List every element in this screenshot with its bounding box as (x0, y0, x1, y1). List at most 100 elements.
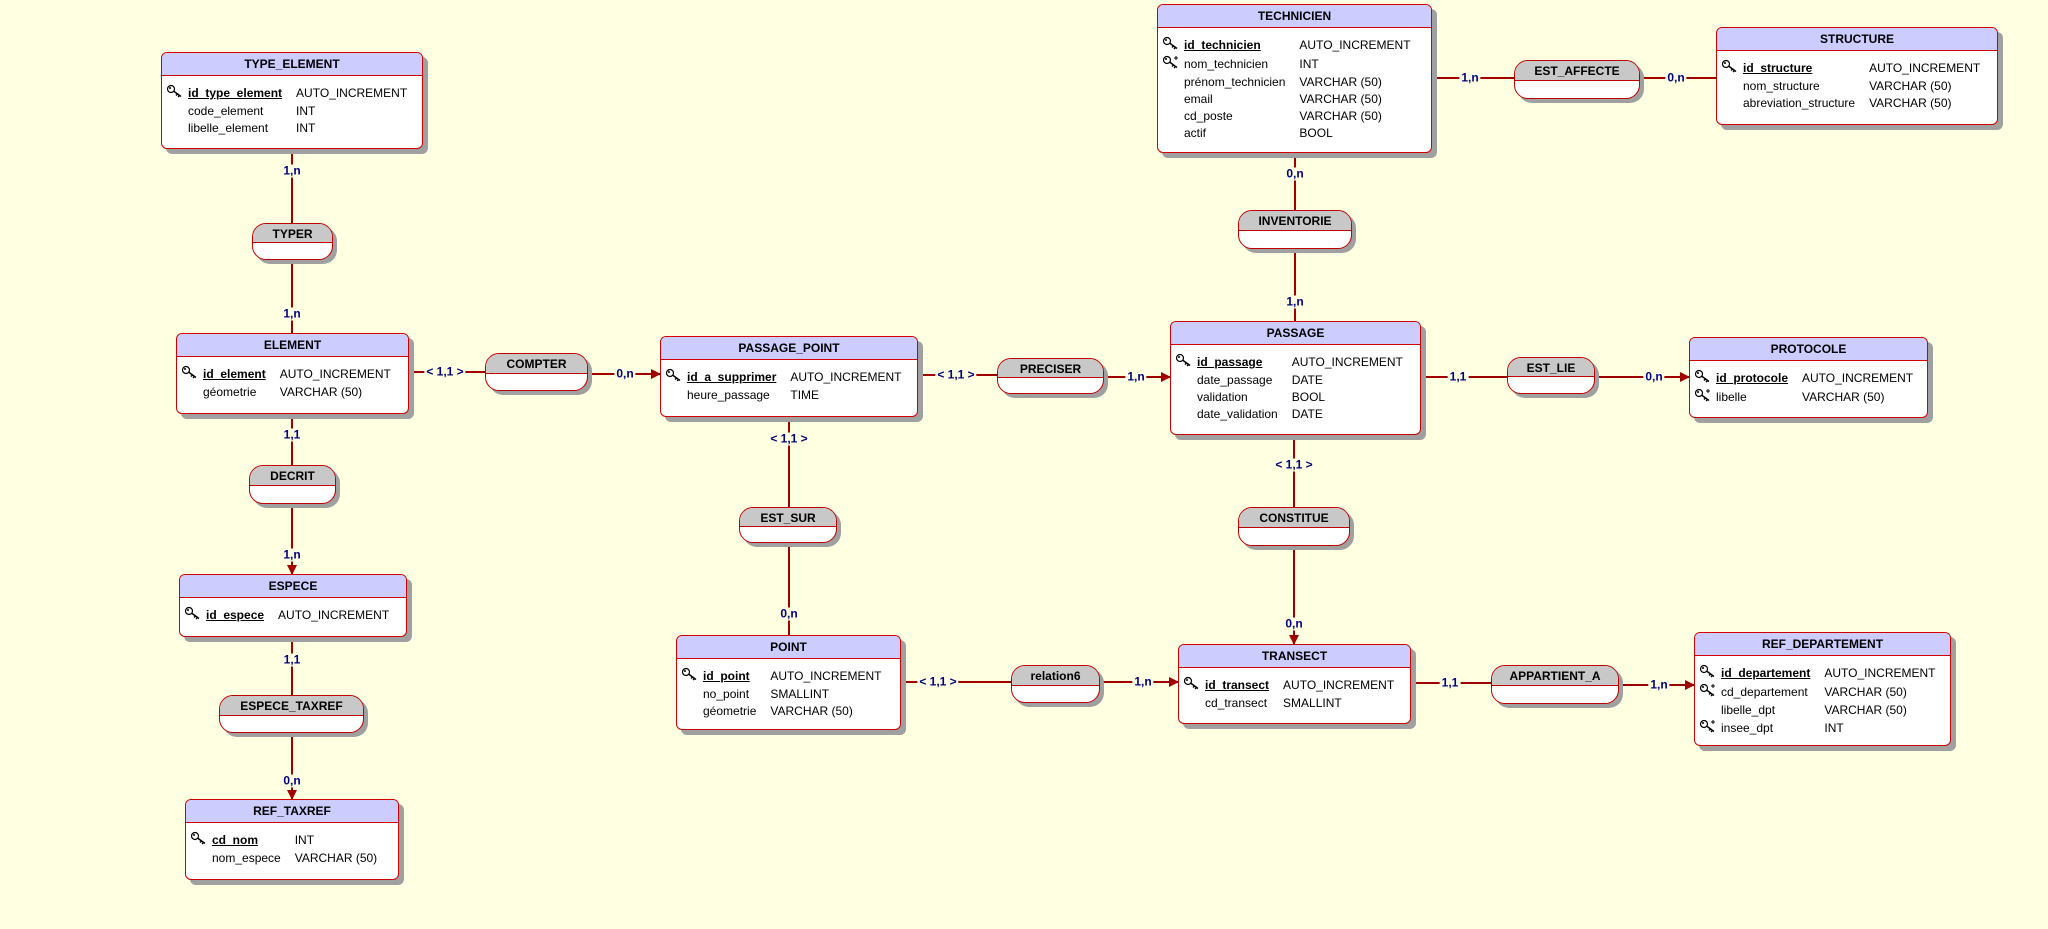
attribute-name: id_protocole (1716, 371, 1789, 385)
attribute-name: prénom_technicien (1184, 75, 1286, 89)
entity-element[interactable]: ELEMENT id_element AUTO_INCREMENT géometrie… (176, 333, 409, 414)
association-espece-taxref[interactable]: ESPECE_TAXREF (219, 695, 364, 733)
association-compter[interactable]: COMPTER (485, 353, 588, 391)
cardinality-label: < 1,1 > (424, 364, 466, 379)
attribute-row[interactable]: nom_structure VARCHAR (50) (1721, 78, 1984, 95)
primary-key-icon (681, 667, 701, 684)
entity-point[interactable]: POINT id_point AUTO_INCREMENT no_point SMALL… (676, 635, 901, 730)
attribute-type: SMALLINT (1283, 696, 1342, 710)
cardinality-label: 0,n (281, 773, 303, 788)
attribute-row[interactable]: actif BOOL (1162, 125, 1415, 142)
association-title: PRECISER (998, 359, 1103, 378)
attribute-row[interactable]: code_element INT (166, 103, 411, 120)
attribute-row[interactable]: id_departement AUTO_INCREMENT (1699, 664, 1939, 683)
attribute-row[interactable]: validation BOOL (1175, 389, 1407, 406)
attribute-row[interactable]: cd_nom INT (190, 831, 381, 850)
association-typer[interactable]: TYPER (252, 223, 333, 260)
attribute-row[interactable]: date_validation DATE (1175, 406, 1407, 423)
attribute-type: BOOL (1299, 126, 1333, 140)
attribute-type: VARCHAR (50) (1299, 75, 1382, 89)
attribute-type: VARCHAR (50) (279, 385, 363, 399)
association-est-sur[interactable]: EST_SUR (739, 507, 837, 543)
attribute-row[interactable]: heure_passage TIME (665, 387, 906, 404)
association-preciser[interactable]: PRECISER (997, 358, 1104, 394)
cardinality-label: 1,n (281, 547, 303, 562)
cardinality-label: 0,n (1284, 166, 1306, 181)
attribute-row[interactable]: id_element AUTO_INCREMENT (181, 365, 395, 384)
association-title: INVENTORIE (1239, 211, 1351, 232)
attribute-row[interactable]: no_point SMALLINT (681, 686, 886, 703)
entity-espece[interactable]: ESPECE id_espece AUTO_INCREMENT (179, 574, 407, 637)
entity-title: PROTOCOLE (1690, 338, 1927, 361)
attribute-row[interactable]: id_technicien AUTO_INCREMENT (1162, 36, 1415, 55)
entity-structure[interactable]: STRUCTURE id_structure AUTO_INCREMENT nom_s… (1716, 27, 1998, 125)
attribute-row[interactable]: nom_espece VARCHAR (50) (190, 850, 381, 867)
attribute-row[interactable]: email VARCHAR (50) (1162, 91, 1415, 108)
association-appartient-a[interactable]: APPARTIENT_A (1491, 665, 1619, 704)
cardinality-label: 1,n (1459, 70, 1481, 85)
attribute-row[interactable]: id_passage AUTO_INCREMENT (1175, 353, 1407, 372)
attribute-type: VARCHAR (50) (294, 851, 378, 865)
attribute-row[interactable]: géometrie VARCHAR (50) (181, 384, 395, 401)
attribute-row[interactable]: géometrie VARCHAR (50) (681, 703, 886, 720)
entity-passage-point[interactable]: PASSAGE_POINT id_a_supprimer AUTO_INCREMEN… (660, 336, 918, 417)
attribute-row[interactable]: nom_technicien INT (1162, 55, 1415, 74)
attribute-row[interactable]: libelle VARCHAR (50) (1694, 388, 1917, 407)
primary-key-icon (166, 84, 186, 101)
attribute-type: INT (294, 833, 315, 847)
attribute-row[interactable]: cd_poste VARCHAR (50) (1162, 108, 1415, 125)
association-inventorie[interactable]: INVENTORIE (1238, 210, 1352, 249)
attribute-name: id_structure (1743, 61, 1813, 75)
cardinality-label: 1,n (1284, 294, 1306, 309)
entity-technicien[interactable]: TECHNICIEN id_technicien AUTO_INCREMENT nom… (1157, 4, 1432, 153)
association-relation6[interactable]: relation6 (1011, 665, 1100, 703)
attribute-row[interactable]: libelle_dpt VARCHAR (50) (1699, 702, 1939, 719)
attribute-name: id_espece (206, 608, 265, 622)
cardinality-label: 1,1 (1439, 675, 1461, 690)
attribute-name: cd_poste (1184, 109, 1233, 123)
attribute-row[interactable]: insee_dpt INT (1699, 719, 1939, 738)
entity-ref-departement[interactable]: REF_DEPARTEMENT id_departement AUTO_INCREM… (1694, 632, 1951, 746)
attribute-row[interactable]: id_a_supprimer AUTO_INCREMENT (665, 368, 906, 387)
entity-protocole[interactable]: PROTOCOLE id_protocole AUTO_INCREMENT libel… (1689, 337, 1928, 418)
attribute-row[interactable]: date_passage DATE (1175, 372, 1407, 389)
entity-title: REF_DEPARTEMENT (1695, 633, 1950, 656)
attribute-row[interactable]: id_type_element AUTO_INCREMENT (166, 84, 411, 103)
attribute-name: date_validation (1197, 407, 1278, 421)
attribute-row[interactable]: id_espece AUTO_INCREMENT (184, 606, 393, 625)
primary-key-icon (1183, 676, 1203, 693)
attribute-type: INT (296, 104, 316, 118)
attribute-row[interactable]: abreviation_structure VARCHAR (50) (1721, 95, 1984, 112)
attribute-name: id_point (703, 669, 750, 683)
attribute-type: AUTO_INCREMENT (1283, 678, 1395, 692)
cardinality-label: 1,n (1648, 677, 1670, 692)
attribute-row[interactable]: id_protocole AUTO_INCREMENT (1694, 369, 1917, 388)
attribute-row[interactable]: cd_transect SMALLINT (1183, 695, 1398, 712)
attribute-row[interactable]: id_transect AUTO_INCREMENT (1183, 676, 1398, 695)
attribute-type: AUTO_INCREMENT (296, 86, 408, 100)
entity-type-element[interactable]: TYPE_ELEMENT id_type_element AUTO_INCREMEN… (161, 52, 423, 149)
attribute-row[interactable]: prénom_technicien VARCHAR (50) (1162, 74, 1415, 91)
entity-passage[interactable]: PASSAGE id_passage AUTO_INCREMENT date_pass… (1170, 321, 1421, 435)
attribute-type: DATE (1291, 407, 1323, 421)
attribute-row[interactable]: id_point AUTO_INCREMENT (681, 667, 886, 686)
primary-key-icon (1175, 353, 1195, 370)
cardinality-label: < 1,1 > (1273, 457, 1315, 472)
association-constitue[interactable]: CONSTITUE (1238, 507, 1350, 546)
cardinality-label: 1,n (1125, 369, 1147, 384)
attribute-row[interactable]: libelle_element INT (166, 120, 411, 137)
association-est-lie[interactable]: EST_LIE (1507, 357, 1595, 394)
attribute-type: VARCHAR (50) (1824, 685, 1907, 699)
association-decrit[interactable]: DECRIT (249, 465, 336, 504)
primary-key-icon (665, 368, 685, 385)
entity-transect[interactable]: TRANSECT id_transect AUTO_INCREMENT cd_tran… (1178, 644, 1411, 724)
attribute-row[interactable]: cd_departement VARCHAR (50) (1699, 683, 1939, 702)
attribute-row[interactable]: id_structure AUTO_INCREMENT (1721, 59, 1984, 78)
primary-key-icon (1721, 59, 1741, 76)
association-est-affecte[interactable]: EST_AFFECTE (1514, 60, 1640, 99)
unique-key-icon (1162, 55, 1182, 72)
attribute-name: cd_transect (1205, 696, 1268, 710)
attribute-list: id_espece AUTO_INCREMENT (184, 606, 393, 625)
attribute-name: heure_passage (687, 388, 770, 402)
entity-ref-taxref[interactable]: REF_TAXREF cd_nom INT nom_espece VARCHAR (50… (185, 799, 399, 880)
